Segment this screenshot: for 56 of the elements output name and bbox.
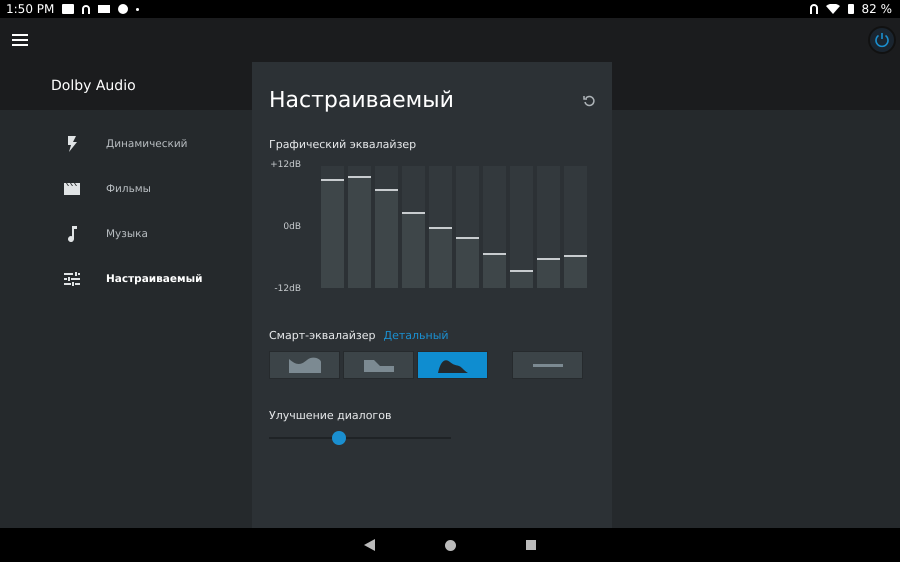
wifi-icon [826, 4, 840, 14]
battery-percent: 82 % [862, 2, 892, 16]
clapperboard-icon [64, 182, 80, 194]
panel-title: Настраиваемый [269, 88, 454, 113]
section-label: Графический эквалайзер [269, 138, 416, 151]
headphones-icon [810, 4, 818, 14]
profile-item[interactable]: Настраиваемый [0, 256, 252, 301]
photo-icon [98, 5, 110, 13]
profile-label: Настраиваемый [106, 272, 202, 284]
profile-label: Динамический [106, 138, 188, 150]
profile-item[interactable]: Фильмы [0, 166, 252, 211]
section-label: Улучшение диалогов [269, 409, 392, 422]
clock: 1:50 PM [6, 2, 54, 16]
preset-button[interactable] [417, 351, 488, 379]
circle-icon [118, 4, 128, 14]
section-label: Смарт-эквалайзер [269, 329, 376, 342]
preset-value: Детальный [384, 329, 449, 342]
db-tick-label: 0dB [283, 222, 301, 232]
power-button[interactable] [868, 26, 896, 54]
eq-band-slider[interactable] [537, 166, 560, 288]
reset-button[interactable] [583, 94, 595, 106]
battery-icon [848, 4, 854, 14]
image-icon [62, 4, 74, 14]
db-tick-label: +12dB [270, 160, 301, 170]
slider-thumb[interactable] [332, 431, 346, 445]
menu-button[interactable] [12, 34, 28, 46]
eq-band-slider[interactable] [375, 166, 398, 288]
profile-item[interactable]: Динамический [0, 121, 252, 166]
profile-label: Музыка [106, 228, 148, 240]
reset-icon [583, 94, 595, 106]
preset-button[interactable] [343, 351, 414, 379]
app-title: Dolby Audio [51, 78, 136, 94]
db-tick-label: -12dB [274, 284, 301, 294]
headphones-icon [82, 4, 90, 14]
dialogue-slider[interactable] [269, 431, 451, 445]
eq-band-slider[interactable] [456, 166, 479, 288]
curve-icon [288, 357, 320, 373]
step-curve-icon [364, 358, 394, 372]
eq-band-slider[interactable] [510, 166, 533, 288]
preset-button[interactable] [269, 351, 340, 379]
eq-band-slider[interactable] [429, 166, 452, 288]
eq-band-slider[interactable] [402, 166, 425, 288]
music-note-icon [67, 226, 77, 242]
profile-label: Фильмы [106, 182, 151, 194]
profile-item[interactable]: Музыка [0, 211, 252, 256]
power-icon [874, 32, 890, 48]
preset-button[interactable] [512, 351, 583, 379]
lightning-icon [66, 136, 78, 152]
eq-band-slider[interactable] [483, 166, 506, 288]
home-button[interactable] [445, 540, 456, 550]
back-button[interactable] [364, 539, 375, 551]
menu-icon [12, 34, 28, 46]
dot-icon [136, 8, 140, 10]
flat-line-icon [532, 364, 562, 366]
sliders-icon [64, 272, 80, 286]
eq-band-slider[interactable] [564, 166, 587, 288]
